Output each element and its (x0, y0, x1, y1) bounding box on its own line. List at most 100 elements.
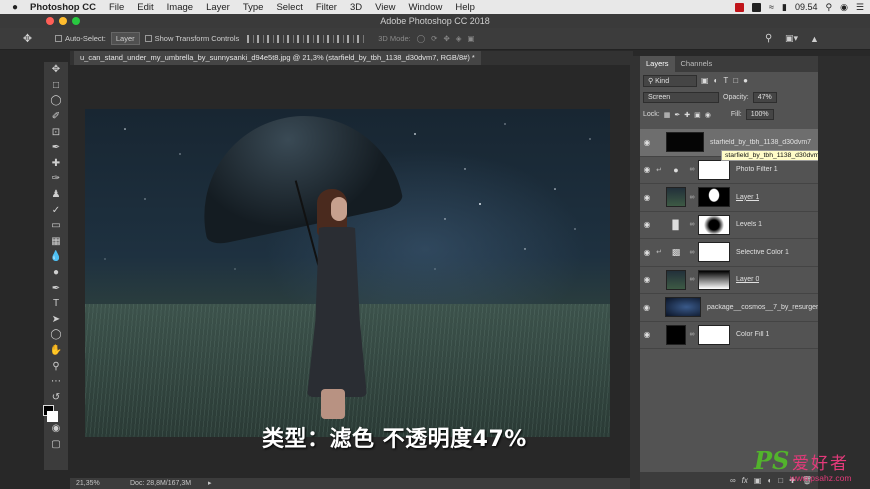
path-selection-tool-icon[interactable]: ➤ (44, 312, 68, 328)
share-icon[interactable]: ▲ (810, 34, 819, 44)
auto-select-checkbox[interactable] (55, 35, 62, 42)
zoom-button[interactable] (72, 17, 80, 25)
eyedropper-tool-icon[interactable]: ✒ (44, 140, 68, 156)
link-icon: ∞ (689, 248, 695, 256)
align-middle-icon[interactable] (257, 34, 265, 43)
brush-tool-icon[interactable]: ✑ (44, 171, 68, 187)
blur-tool-icon[interactable]: 💧 (44, 249, 68, 265)
eye-icon[interactable]: ◉ (640, 165, 654, 174)
align-bottom-icon[interactable] (267, 34, 275, 43)
filter-icons[interactable]: ▣◐T□● (701, 76, 753, 85)
layer-style-icon[interactable]: fx (742, 476, 748, 485)
opacity-field[interactable]: 47% (752, 92, 777, 103)
distribute-top-icon[interactable] (307, 34, 315, 43)
move-tool-icon[interactable]: ✥ (0, 32, 55, 45)
hand-tool-icon[interactable]: ✋ (44, 343, 68, 359)
link-layers-icon[interactable]: ∞ (730, 476, 736, 485)
eraser-tool-icon[interactable]: ▭ (44, 218, 68, 234)
zoom-level[interactable]: 21,35% (76, 478, 100, 489)
zoom-tool-icon[interactable]: ⚲ (44, 358, 68, 374)
layer-row[interactable]: ◉ ∞ Layer 0 (640, 266, 818, 294)
distribute-middle-icon[interactable] (317, 34, 325, 43)
history-brush-tool-icon[interactable]: ✓ (44, 202, 68, 218)
eye-icon[interactable]: ◉ (640, 248, 654, 257)
dodge-tool-icon[interactable]: ● (44, 265, 68, 281)
3d-mode-icons[interactable]: ◯⟳✥◈▣ (417, 34, 481, 43)
fill-field[interactable]: 100% (745, 109, 774, 120)
lock-icons[interactable]: ▦✒✚▣◉ (664, 111, 715, 119)
battery-icon[interactable]: ▮ (782, 2, 787, 13)
quick-mask-icon[interactable]: ◉ (44, 421, 68, 437)
distribute-center-icon[interactable] (347, 34, 355, 43)
layer-row[interactable]: ◉ package__cosmos__7_by_resurger... (640, 294, 818, 322)
minimize-button[interactable] (59, 17, 67, 25)
menu-image[interactable]: Image (167, 2, 193, 13)
align-left-icon[interactable] (277, 34, 285, 43)
swap-colors-icon[interactable]: ↺ (44, 389, 68, 405)
tab-channels[interactable]: Channels (675, 56, 719, 72)
lock-label: Lock: (643, 111, 660, 118)
screen-mode-icon[interactable]: ▢ (44, 436, 68, 452)
eye-icon[interactable]: ◉ (640, 220, 654, 229)
distribute-left-icon[interactable] (337, 34, 345, 43)
eye-icon[interactable]: ◉ (640, 138, 654, 147)
align-right-icon[interactable] (297, 34, 305, 43)
distribute-bottom-icon[interactable] (327, 34, 335, 43)
menu-view[interactable]: View (375, 2, 395, 13)
layer-row[interactable]: ◉ ▉ ∞ Levels 1 (640, 211, 818, 239)
move-tool-icon[interactable]: ✥ (44, 62, 68, 78)
layer-row[interactable]: ◉ ∞ Color Fill 1 (640, 321, 818, 349)
menu-type[interactable]: Type (243, 2, 264, 13)
layer-name: Color Fill 1 (736, 331, 770, 339)
list-icon[interactable]: ☰ (856, 2, 864, 13)
status-arrow-icon[interactable]: ▸ (208, 478, 212, 489)
eye-icon[interactable]: ◉ (640, 303, 653, 312)
more-tools-icon[interactable]: ⋯ (44, 374, 68, 390)
marquee-tool-icon[interactable]: □ (44, 78, 68, 94)
crop-tool-icon[interactable]: ⊡ (44, 124, 68, 140)
color-swatches[interactable] (43, 405, 68, 423)
filter-kind-dropdown[interactable]: ⚲ Kind (643, 74, 697, 87)
menu-window[interactable]: Window (409, 2, 443, 13)
menu-filter[interactable]: Filter (316, 2, 337, 13)
menu-3d[interactable]: 3D (350, 2, 362, 13)
eye-icon[interactable]: ◉ (640, 275, 654, 284)
clone-stamp-tool-icon[interactable]: ♟ (44, 187, 68, 203)
search-icon[interactable]: ⚲ (825, 2, 832, 13)
gradient-tool-icon[interactable]: ▦ (44, 234, 68, 250)
transform-controls-checkbox[interactable] (144, 35, 152, 42)
close-button[interactable] (46, 17, 54, 25)
lasso-tool-icon[interactable]: ◯ (44, 93, 68, 109)
app-menu[interactable]: Photoshop CC (30, 2, 96, 13)
app-status-icon[interactable] (752, 2, 762, 12)
layer-row[interactable]: ◉ ∞ Layer 1 (640, 184, 818, 212)
shape-tool-icon[interactable]: ◯ (44, 327, 68, 343)
wifi-icon[interactable]: ≈ (769, 2, 774, 12)
eye-icon[interactable]: ◉ (640, 330, 654, 339)
clock[interactable]: 09.54 (795, 2, 818, 12)
quick-select-tool-icon[interactable]: ✐ (44, 109, 68, 125)
align-center-icon[interactable] (287, 34, 295, 43)
align-top-icon[interactable] (247, 34, 255, 43)
user-icon[interactable]: ◉ (840, 2, 848, 13)
blend-mode-dropdown[interactable]: Screen (643, 92, 719, 103)
tab-layers[interactable]: Layers (640, 56, 675, 72)
workspace-icon[interactable]: ▣▾ (785, 33, 798, 44)
eye-icon[interactable]: ◉ (640, 193, 654, 202)
menu-file[interactable]: File (109, 2, 124, 13)
auto-select-dropdown[interactable]: Layer (110, 32, 140, 45)
menu-help[interactable]: Help (455, 2, 475, 13)
menu-layer[interactable]: Layer (206, 2, 230, 13)
menu-select[interactable]: Select (276, 2, 302, 13)
recording-icon[interactable] (735, 2, 745, 12)
document-tab[interactable]: u_can_stand_under_my_umbrella_by_sunnysa… (74, 51, 481, 65)
distribute-right-icon[interactable] (357, 34, 365, 43)
photo-canvas[interactable] (85, 109, 610, 437)
pen-tool-icon[interactable]: ✒ (44, 280, 68, 296)
type-tool-icon[interactable]: T (44, 296, 68, 312)
healing-brush-tool-icon[interactable]: ✚ (44, 156, 68, 172)
search-icon[interactable]: ⚲ (765, 33, 772, 44)
layer-row[interactable]: ◉ ↵ ▩ ∞ Selective Color 1 (640, 239, 818, 267)
menu-edit[interactable]: Edit (137, 2, 153, 13)
apple-icon[interactable]: ● (0, 2, 30, 13)
